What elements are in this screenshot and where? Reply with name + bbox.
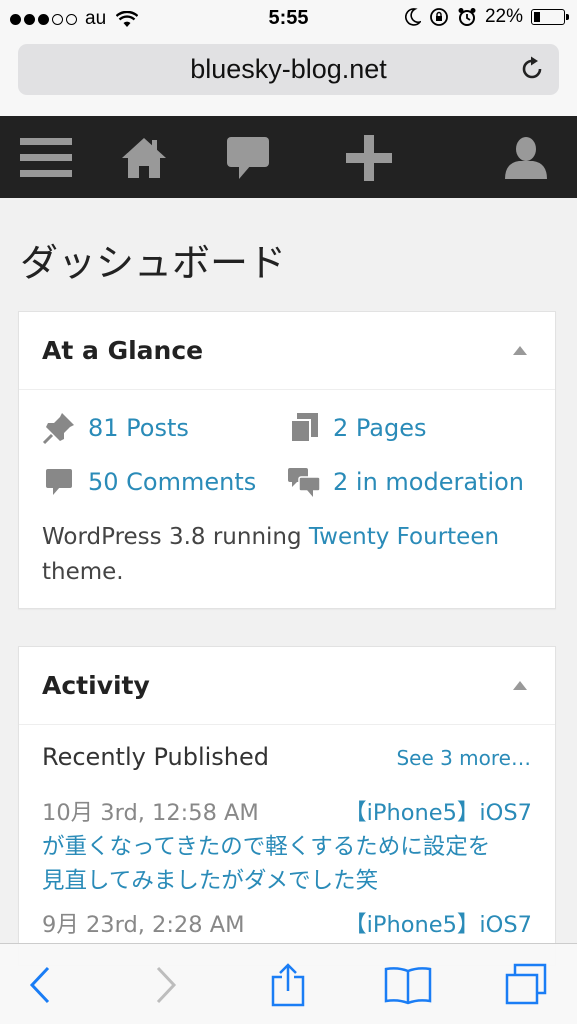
comments-link[interactable]: 50 Comments bbox=[42, 465, 256, 499]
wp-theme-suffix: theme. bbox=[42, 559, 124, 585]
posts-link[interactable]: 81 Posts bbox=[42, 411, 189, 445]
activity-date: 10月 3rd, 12:58 AM bbox=[42, 800, 259, 826]
activity-item: 9月 23rd, 2:28 AM 【iPhone5】iOS7 bbox=[42, 908, 532, 942]
collapse-arrow-icon[interactable] bbox=[513, 681, 527, 690]
pages-icon bbox=[287, 411, 321, 445]
address-bar[interactable]: bluesky-blog.net bbox=[18, 44, 559, 95]
activity-panel: Activity Recently Published See 3 more… … bbox=[18, 646, 556, 966]
wp-admin-bar bbox=[0, 116, 577, 198]
forward-button[interactable] bbox=[140, 962, 192, 1008]
share-icon bbox=[271, 963, 305, 1007]
activity-post-title-line[interactable]: 見直してみましたがダメでした笑 bbox=[42, 864, 532, 898]
comment-bubble-icon bbox=[42, 465, 76, 499]
activity-post-title-line[interactable]: が重くなってきたので軽くするために設定を bbox=[42, 830, 532, 864]
rotation-lock-icon bbox=[430, 8, 448, 26]
at-a-glance-title: At a Glance bbox=[42, 336, 204, 365]
moderation-count: 2 in moderation bbox=[333, 468, 525, 496]
page-title: ダッシュボード bbox=[20, 241, 287, 285]
battery-fill bbox=[534, 12, 540, 22]
posts-count: 81 Posts bbox=[88, 414, 189, 442]
activity-post-title[interactable]: 【iPhone5】iOS7 bbox=[344, 908, 532, 942]
alarm-icon bbox=[458, 8, 476, 26]
activity-item: 10月 3rd, 12:58 AM 【iPhone5】iOS7 が重くなってきた… bbox=[42, 796, 532, 898]
chevron-right-icon bbox=[156, 966, 177, 1004]
comments-multiple-icon bbox=[287, 465, 321, 499]
activity-post-title[interactable]: 【iPhone5】iOS7 bbox=[344, 796, 532, 830]
comment-icon[interactable] bbox=[222, 134, 274, 182]
see-more-link[interactable]: See 3 more… bbox=[396, 746, 531, 770]
activity-date: 9月 23rd, 2:28 AM bbox=[42, 912, 245, 938]
activity-title: Activity bbox=[42, 671, 150, 700]
plus-icon[interactable] bbox=[343, 134, 395, 182]
browser-toolbar bbox=[0, 943, 577, 1024]
at-a-glance-header[interactable]: At a Glance bbox=[19, 312, 555, 390]
menu-icon[interactable] bbox=[20, 134, 72, 182]
reload-icon[interactable] bbox=[519, 56, 545, 82]
browser-address-area: bluesky-blog.net bbox=[0, 38, 577, 116]
url-text: bluesky-blog.net bbox=[190, 54, 387, 84]
status-right: 22% bbox=[405, 6, 569, 28]
user-icon[interactable] bbox=[500, 134, 552, 182]
moderation-link[interactable]: 2 in moderation bbox=[287, 465, 524, 499]
wp-version-text: WordPress 3.8 running bbox=[42, 524, 302, 550]
theme-link[interactable]: Twenty Fourteen bbox=[309, 524, 499, 550]
collapse-arrow-icon[interactable] bbox=[513, 346, 527, 355]
at-a-glance-panel: At a Glance 81 Posts 2 Pages 50 Comments… bbox=[18, 311, 556, 609]
battery-icon bbox=[531, 9, 569, 25]
book-icon bbox=[384, 967, 432, 1005]
pages-link[interactable]: 2 Pages bbox=[287, 411, 427, 445]
pages-count: 2 Pages bbox=[333, 414, 427, 442]
chevron-left-icon bbox=[29, 966, 50, 1004]
share-button[interactable] bbox=[262, 962, 314, 1008]
pin-icon bbox=[42, 411, 76, 445]
wordpress-version-line: WordPress 3.8 running Twenty Fourteen th… bbox=[42, 520, 542, 590]
home-icon[interactable] bbox=[118, 134, 170, 182]
moon-icon bbox=[405, 8, 421, 26]
activity-header[interactable]: Activity bbox=[19, 647, 555, 725]
bookmarks-button[interactable] bbox=[382, 962, 434, 1008]
tabs-icon bbox=[505, 963, 547, 1005]
back-button[interactable] bbox=[14, 962, 66, 1008]
recently-published-label: Recently Published bbox=[42, 743, 269, 771]
battery-percent: 22% bbox=[484, 6, 523, 27]
tabs-button[interactable] bbox=[500, 962, 552, 1008]
comments-count: 50 Comments bbox=[88, 468, 257, 496]
status-bar: au 5:55 22% bbox=[0, 0, 577, 38]
